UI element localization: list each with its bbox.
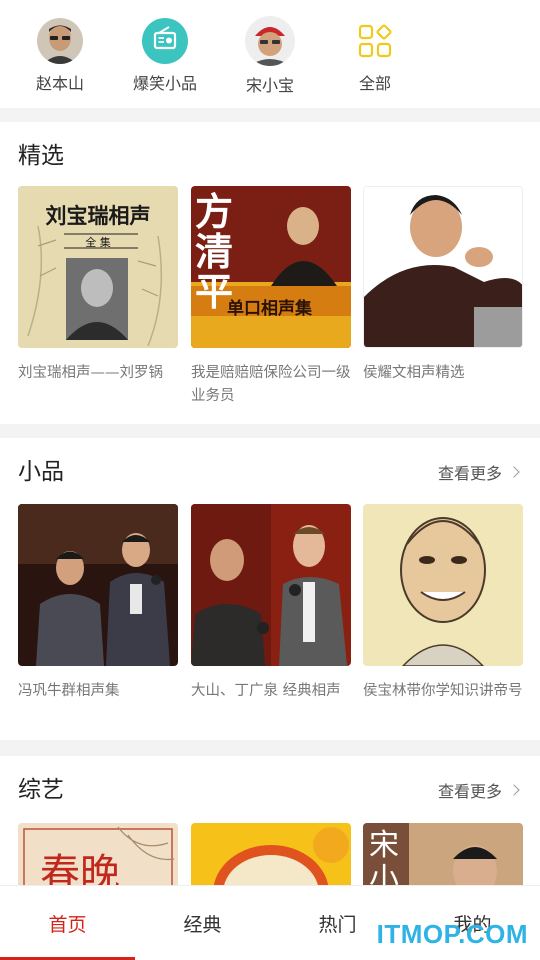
section-title: 小品 xyxy=(18,459,64,485)
zhao-benshan-avatar xyxy=(37,18,83,64)
top-category-nav: 赵本山 爆笑小品 宋小宝 全部 xyxy=(0,0,540,108)
nav-item-song-xiaobao[interactable]: 宋小宝 xyxy=(225,16,315,96)
song-xiaobao-avatar xyxy=(245,16,295,66)
album-caption: 侯宝林带你学知识讲帝号 xyxy=(363,683,523,699)
cover-subtitle: 单口相声集 xyxy=(227,299,312,319)
view-more-label: 查看更多 xyxy=(437,464,502,483)
album-caption: 大山、丁广泉 经典相声 xyxy=(191,683,341,699)
section-featured: 精选 刘宝瑞相声 全 集 刘宝瑞相声——刘罗锅 方清平 单口相声集 我是赔赔赔保… xyxy=(0,122,540,424)
view-more-link[interactable]: 查看更多 xyxy=(437,460,520,484)
tab-classic[interactable]: 经典 xyxy=(135,910,270,937)
album-cover xyxy=(363,186,523,348)
album-card[interactable]: 方清平 单口相声集 我是赔赔赔保险公司一级业务员 xyxy=(191,186,351,408)
nav-label: 赵本山 xyxy=(35,74,84,93)
section-sketch: 小品 查看更多 冯巩牛群相声集 大山、丁广泉 经典相声 侯宝林带你学知识讲帝号 xyxy=(0,438,540,740)
album-cover: 方清平 单口相声集 xyxy=(191,186,351,348)
album-card[interactable]: 侯耀文相声精选 xyxy=(363,186,523,385)
album-caption: 我是赔赔赔保险公司一级业务员 xyxy=(191,365,351,404)
view-more-link[interactable]: 查看更多 xyxy=(437,778,520,802)
album-card[interactable]: 刘宝瑞相声 全 集 刘宝瑞相声——刘罗锅 xyxy=(18,186,178,385)
album-cover: 刘宝瑞相声 全 集 xyxy=(18,186,178,348)
tab-home[interactable]: 首页 xyxy=(0,910,135,937)
section-title: 精选 xyxy=(18,143,64,169)
album-cover xyxy=(18,504,178,666)
album-caption: 侯耀文相声精选 xyxy=(363,365,465,381)
album-cover xyxy=(363,504,523,666)
nav-item-zhao-benshan[interactable]: 赵本山 xyxy=(15,18,105,94)
album-card[interactable]: 大山、丁广泉 经典相声 xyxy=(191,504,351,703)
watermark-text: ITMOP.COM xyxy=(376,919,528,949)
nav-item-funny-sketch[interactable]: 爆笑小品 xyxy=(120,18,210,94)
nav-label: 全部 xyxy=(358,74,391,93)
section-title: 综艺 xyxy=(18,777,64,803)
view-more-label: 查看更多 xyxy=(437,782,502,801)
nav-label: 爆笑小品 xyxy=(132,74,197,93)
chevron-right-icon xyxy=(508,784,520,796)
album-cover xyxy=(191,504,351,666)
nav-item-all[interactable]: 全部 xyxy=(330,18,420,94)
cover-title: 刘宝瑞相声 xyxy=(45,203,151,228)
chevron-right-icon xyxy=(508,466,520,478)
album-card[interactable]: 侯宝林带你学知识讲帝号 xyxy=(363,504,523,703)
album-card[interactable]: 冯巩牛群相声集 xyxy=(18,504,178,703)
nav-label: 宋小宝 xyxy=(245,76,294,95)
cover-subtitle: 全 集 xyxy=(85,236,111,249)
album-caption: 刘宝瑞相声——刘罗锅 xyxy=(18,365,163,381)
album-caption: 冯巩牛群相声集 xyxy=(18,683,120,699)
radio-icon xyxy=(142,18,188,64)
grid-icon xyxy=(352,18,398,64)
